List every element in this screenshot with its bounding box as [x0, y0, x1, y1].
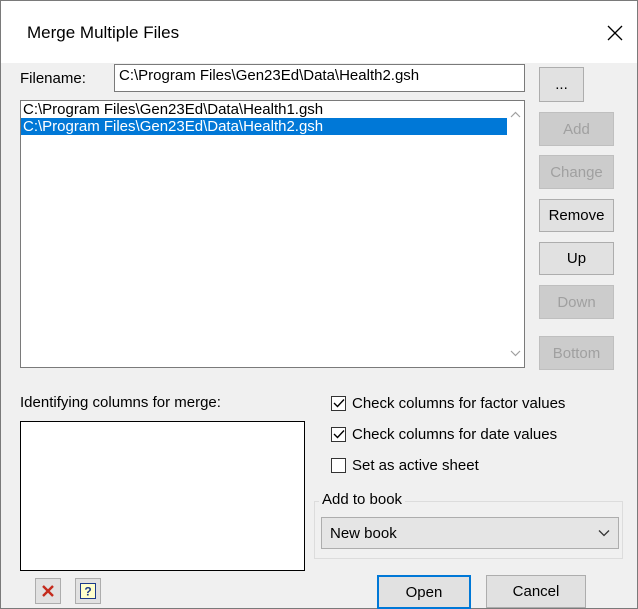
close-icon: [607, 25, 623, 41]
active-sheet-checkbox-row[interactable]: Set as active sheet: [331, 457, 479, 474]
book-select-value: New book: [330, 524, 397, 542]
dialog-title: Merge Multiple Files: [27, 23, 180, 42]
checkmark-icon: [333, 426, 345, 443]
help-icon: ?: [80, 583, 96, 599]
factor-values-label: Check columns for factor values: [352, 395, 566, 412]
scroll-up-arrow[interactable]: [510, 109, 521, 120]
merge-multiple-files-dialog: Merge Multiple Files Filename: C:\Progra…: [0, 0, 638, 609]
checkmark-icon: [333, 395, 345, 412]
cancel-button[interactable]: Cancel: [486, 575, 586, 608]
book-select[interactable]: New book: [321, 517, 619, 549]
file-list[interactable]: C:\Program Files\Gen23Ed\Data\Health1.gs…: [20, 100, 525, 368]
date-values-checkbox-row[interactable]: Check columns for date values: [331, 426, 557, 443]
active-sheet-label: Set as active sheet: [352, 457, 479, 474]
date-values-checkbox[interactable]: [331, 427, 346, 442]
title-bar: Merge Multiple Files: [1, 1, 637, 63]
chevron-down-icon: [510, 350, 521, 357]
browse-button[interactable]: ...: [539, 67, 584, 102]
chevron-down-icon: [598, 530, 610, 537]
filename-input[interactable]: C:\Program Files\Gen23Ed\Data\Health2.gs…: [114, 64, 525, 92]
svg-text:?: ?: [84, 585, 91, 599]
identifying-columns-list[interactable]: [20, 421, 305, 571]
scroll-down-arrow[interactable]: [510, 348, 521, 359]
close-button[interactable]: [593, 15, 637, 51]
open-button[interactable]: Open: [377, 575, 471, 609]
remove-button[interactable]: Remove: [539, 199, 614, 232]
filename-label: Filename:: [20, 70, 86, 87]
active-sheet-checkbox[interactable]: [331, 458, 346, 473]
file-list-items: C:\Program Files\Gen23Ed\Data\Health1.gs…: [21, 101, 524, 135]
file-list-item[interactable]: C:\Program Files\Gen23Ed\Data\Health2.gs…: [21, 118, 524, 135]
chevron-up-icon: [510, 111, 521, 118]
change-button[interactable]: Change: [539, 155, 614, 189]
factor-values-checkbox-row[interactable]: Check columns for factor values: [331, 395, 565, 412]
red-x-icon: [42, 585, 54, 597]
factor-values-checkbox[interactable]: [331, 396, 346, 411]
up-button[interactable]: Up: [539, 242, 614, 275]
delete-button[interactable]: [35, 578, 61, 604]
help-button[interactable]: ?: [75, 578, 101, 604]
file-list-item[interactable]: C:\Program Files\Gen23Ed\Data\Health1.gs…: [21, 101, 524, 118]
date-values-label: Check columns for date values: [352, 426, 558, 443]
file-list-scrollbar[interactable]: [507, 101, 524, 367]
add-button[interactable]: Add: [539, 112, 614, 146]
down-button[interactable]: Down: [539, 285, 614, 319]
identifying-columns-label: Identifying columns for merge:: [20, 394, 221, 411]
add-to-book-label: Add to book: [319, 491, 406, 508]
bottom-button[interactable]: Bottom: [539, 336, 614, 370]
